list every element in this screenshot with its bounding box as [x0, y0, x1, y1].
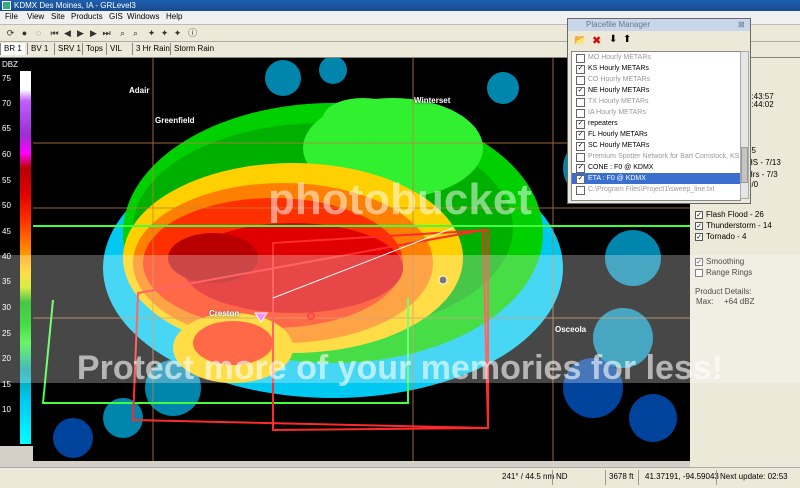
list-item[interactable]: Premium Spotter Network for Bart Comstoc…: [572, 151, 740, 162]
item-label: CO Hourly METARs: [588, 76, 651, 83]
popup-titlebar[interactable]: Placefile Manager ⊠: [568, 19, 750, 31]
item-label: NE Hourly METARs: [588, 87, 650, 94]
divider: [605, 470, 606, 485]
divider: [552, 470, 553, 485]
item-label: MO Hourly METARs: [588, 54, 651, 61]
list-item[interactable]: MO Hourly METARs: [572, 52, 740, 63]
menu-gis[interactable]: GIS: [109, 12, 123, 21]
open-folder-icon[interactable]: 📂: [574, 35, 586, 46]
item-checkbox[interactable]: ✓: [576, 65, 585, 74]
item-label: repeaters: [588, 120, 618, 127]
divider: [638, 470, 639, 485]
menu-windows[interactable]: Windows: [127, 12, 159, 21]
list-item[interactable]: ✓ repeaters: [572, 118, 740, 129]
move-up-icon[interactable]: ⬆: [623, 34, 631, 45]
divider: [716, 470, 717, 485]
list-item[interactable]: ✓ CONE : F0 @ KDMX: [572, 162, 740, 173]
prev-frame-icon[interactable]: ◀: [61, 27, 74, 40]
count-text: HS - 7/13: [747, 158, 781, 167]
item-checkbox[interactable]: ✓: [576, 164, 585, 173]
legend-label: 45: [2, 227, 11, 236]
list-item[interactable]: IA Hourly METARs: [572, 107, 740, 118]
item-label: TX Hourly METARs: [588, 98, 649, 105]
status-next-update: Next update: 02:53: [720, 472, 788, 481]
first-frame-icon[interactable]: ⏮: [48, 27, 61, 40]
move-down-icon[interactable]: ⬇: [609, 34, 617, 45]
item-checkbox[interactable]: ✓: [576, 131, 585, 140]
tab-tops[interactable]: Tops: [82, 43, 106, 55]
tab-3hr-rain[interactable]: 3 Hr Rain: [132, 43, 173, 55]
zoom-icon[interactable]: ⌕: [116, 27, 129, 40]
status-coords: 41.37191, -94.59043: [645, 472, 719, 481]
menu-help[interactable]: Help: [166, 12, 182, 21]
item-checkbox[interactable]: [576, 153, 585, 162]
popup-title: Placefile Manager: [586, 20, 651, 29]
window-title: KDMX Des Moines, IA - GRLevel3: [14, 1, 136, 10]
item-label: FL Hourly METARs: [588, 131, 648, 138]
tab-bv1[interactable]: BV 1: [27, 43, 52, 55]
city-label: Adair: [129, 86, 150, 95]
legend-label: 10: [2, 405, 11, 414]
app-icon: [2, 1, 11, 10]
tilt-icon[interactable]: ✦: [145, 27, 158, 40]
legend-label: 60: [2, 150, 11, 159]
legend-label: 70: [2, 99, 11, 108]
list-item[interactable]: ✓ FL Hourly METARs: [572, 129, 740, 140]
legend-label: 65: [2, 124, 11, 133]
legend-label: 75: [2, 74, 11, 83]
loop-icon[interactable]: ◌: [32, 27, 45, 40]
tornado-checkbox[interactable]: ✓: [695, 233, 703, 241]
item-label: CONE : F0 @ KDMX: [588, 164, 654, 171]
list-item[interactable]: ✓ KS Hourly METARs: [572, 63, 740, 74]
list-item[interactable]: ✓ SC Hourly METARs: [572, 140, 740, 151]
scan-time: 2:44:02: [747, 100, 774, 109]
item-checkbox[interactable]: [576, 76, 585, 85]
item-label: IA Hourly METARs: [588, 109, 646, 116]
watermark-text: Protect more of your memories for less!: [76, 349, 724, 387]
menu-products[interactable]: Products: [71, 12, 103, 21]
play-icon[interactable]: ▶: [74, 27, 87, 40]
item-label: SC Hourly METARs: [588, 142, 650, 149]
city-label: Winterset: [414, 96, 451, 105]
list-item[interactable]: CO Hourly METARs: [572, 74, 740, 85]
close-icon[interactable]: ⊠: [738, 19, 745, 31]
status-nd: ND: [556, 472, 568, 481]
status-height: 3678 ft: [609, 472, 634, 481]
menu-view[interactable]: View: [27, 12, 44, 21]
tilt-down-icon[interactable]: ✦: [158, 27, 171, 40]
warning-label: Tornado - 4: [706, 232, 747, 241]
next-frame-icon[interactable]: ▶: [87, 27, 100, 40]
last-frame-icon[interactable]: ⏭: [100, 27, 113, 40]
item-checkbox[interactable]: ✓: [576, 142, 585, 151]
tab-vil[interactable]: VIL: [106, 43, 126, 55]
tab-srv1[interactable]: SRV 1: [54, 43, 84, 55]
item-checkbox[interactable]: [576, 98, 585, 107]
legend-unit: DBZ: [2, 60, 18, 69]
info-icon[interactable]: ⓘ: [186, 27, 199, 40]
tab-storm-rain[interactable]: Storm Rain: [170, 43, 218, 55]
item-label: Premium Spotter Network for Bart Comstoc…: [588, 153, 740, 160]
refresh-icon[interactable]: ⟳: [4, 27, 17, 40]
item-checkbox[interactable]: [576, 54, 585, 63]
status-bar: 241° / 44.5 nm ND 3678 ft 41.37191, -94.…: [0, 467, 800, 488]
delete-icon[interactable]: ✖: [592, 34, 601, 47]
tab-br1[interactable]: BR 1: [0, 43, 25, 55]
item-checkbox[interactable]: ✓: [576, 87, 585, 96]
item-checkbox[interactable]: [576, 109, 585, 118]
item-label: KS Hourly METARs: [588, 65, 649, 72]
list-item[interactable]: ✓ NE Hourly METARs: [572, 85, 740, 96]
item-checkbox[interactable]: ✓: [576, 120, 585, 129]
title-bar: KDMX Des Moines, IA - GRLevel3: [0, 0, 800, 11]
status-azimuth: 241° / 44.5 nm: [502, 472, 555, 481]
menu-file[interactable]: File: [5, 12, 18, 21]
menu-site[interactable]: Site: [51, 12, 65, 21]
city-label: Greenfield: [155, 116, 195, 125]
list-item[interactable]: TX Hourly METARs: [572, 96, 740, 107]
tilt-up-icon[interactable]: ✦: [171, 27, 184, 40]
zoom-out-icon[interactable]: ⌕: [129, 27, 142, 40]
watermark-logo: photobucket: [268, 175, 532, 224]
lock-icon[interactable]: ●: [18, 27, 31, 40]
